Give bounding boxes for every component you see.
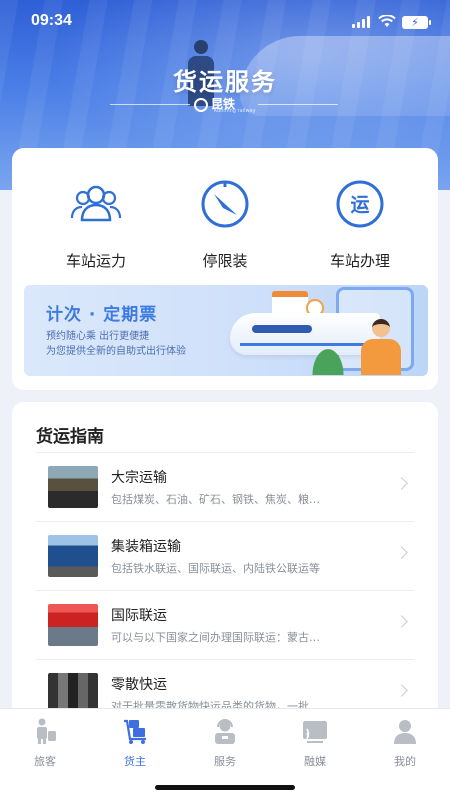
- tab-label: 融媒: [304, 755, 326, 768]
- transport-badge-icon: 运: [336, 180, 384, 228]
- freight-guide-card: 货运指南 大宗运输 包括煤炭、石油、矿石、钢铁、焦炭、粮… 集装箱运输 包括铁水…: [12, 402, 438, 722]
- users-icon: [70, 185, 122, 222]
- no-loading-icon: [201, 180, 249, 228]
- brand-logo: 昆铁 Kunming railway: [0, 94, 450, 114]
- tab-label: 货主: [124, 755, 146, 768]
- quick-action-loading-restriction[interactable]: 停限装: [155, 178, 295, 271]
- media-cast-icon: [303, 721, 327, 743]
- tab-profile[interactable]: 我的: [360, 717, 450, 769]
- section-title: 货运指南: [36, 427, 104, 447]
- guide-item-title: 集装箱运输: [111, 539, 181, 555]
- battery-icon: ⚡: [402, 16, 431, 29]
- tab-label: 服务: [214, 755, 236, 768]
- quick-action-label: 停限装: [202, 252, 248, 270]
- chevron-right-icon: [395, 684, 408, 697]
- cargo-cart-icon: [124, 719, 146, 744]
- guide-item-bulk[interactable]: 大宗运输 包括煤炭、石油、矿石、钢铁、焦炭、粮…: [36, 453, 414, 522]
- promo-line-1: 预约随心乘 出行更便捷: [46, 331, 150, 342]
- guide-item-desc: 包括铁水联运、国际联运、内陆铁公联运等: [111, 562, 320, 575]
- promo-banner[interactable]: 计次 · 定期票 预约随心乘 出行更便捷 为您提供全新的自助式出行体验: [24, 285, 428, 376]
- guide-item-title: 大宗运输: [111, 470, 167, 486]
- promo-title: 计次 · 定期票: [46, 305, 158, 325]
- guide-item-container[interactable]: 集装箱运输 包括铁水联运、国际联运、内陆铁公联运等: [36, 522, 414, 591]
- passenger-illustration: [358, 319, 404, 375]
- tab-media[interactable]: 融媒: [270, 717, 360, 769]
- status-time: 09:34: [31, 12, 72, 29]
- badge-glyph: 运: [350, 194, 369, 216]
- tab-label: 我的: [394, 755, 416, 768]
- signal-icon: [352, 16, 372, 28]
- quick-action-station-capacity[interactable]: 车站运力: [26, 178, 166, 271]
- quick-action-label: 车站运力: [65, 252, 126, 270]
- page-title: 货运服务: [173, 68, 277, 96]
- guide-item-title: 零散快运: [111, 677, 167, 693]
- quick-action-station-service[interactable]: 运 车站办理: [290, 178, 430, 271]
- guide-item-international[interactable]: 国际联运 可以与以下国家之间办理国际联运：蒙古…: [36, 591, 414, 660]
- home-indicator: [155, 785, 295, 790]
- user-profile-icon: [394, 720, 416, 744]
- international-train-thumbnail: [48, 604, 98, 646]
- quick-action-label: 车站办理: [329, 252, 390, 270]
- tab-service[interactable]: 服务: [180, 717, 270, 769]
- traveler-icon: [37, 718, 56, 744]
- bulk-cargo-thumbnail: [48, 466, 98, 508]
- container-train-thumbnail: [48, 535, 98, 577]
- tab-shipper[interactable]: 货主: [90, 717, 180, 769]
- chevron-right-icon: [395, 546, 408, 559]
- guide-item-title: 国际联运: [111, 608, 167, 624]
- status-bar: 09:34 ⚡: [0, 10, 450, 34]
- quick-actions-card: 车站运力 停限装 运 车站办理 计次 · 定期票 预约随心乘 出行更便捷 为您提…: [12, 148, 438, 390]
- tab-passenger[interactable]: 旅客: [0, 717, 90, 769]
- promo-line-2: 为您提供全新的自助式出行体验: [46, 346, 186, 357]
- guide-item-desc: 可以与以下国家之间办理国际联运：蒙古…: [111, 631, 320, 644]
- logo-subtext: Kunming railway: [214, 108, 256, 114]
- wifi-icon: [378, 15, 396, 27]
- railway-logo-icon: [194, 97, 208, 112]
- chevron-right-icon: [395, 615, 408, 628]
- tab-label: 旅客: [34, 755, 56, 768]
- plant-illustration: [310, 345, 346, 375]
- customer-service-icon: [215, 719, 235, 744]
- guide-item-desc: 包括煤炭、石油、矿石、钢铁、焦炭、粮…: [111, 493, 320, 506]
- chevron-right-icon: [395, 477, 408, 490]
